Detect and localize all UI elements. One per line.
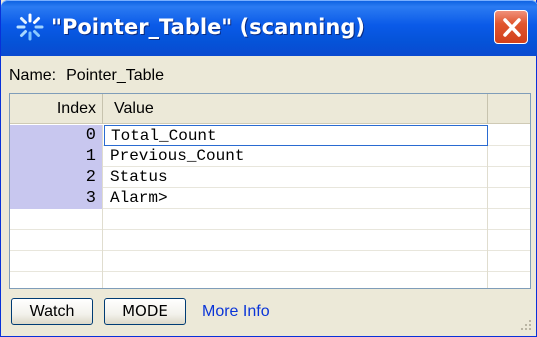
- resize-grip-icon[interactable]: [518, 318, 532, 332]
- empty-value-cell[interactable]: [104, 251, 488, 272]
- row-value[interactable]: Previous_Count: [104, 146, 488, 167]
- empty-index-cell: [10, 251, 103, 272]
- empty-value-cell[interactable]: [104, 230, 488, 251]
- window-title: "Pointer_Table" (scanning): [51, 15, 365, 39]
- row-index: 0: [10, 125, 103, 146]
- empty-value-cell[interactable]: [104, 272, 488, 288]
- empty-row[interactable]: [10, 230, 530, 251]
- empty-index-cell: [10, 209, 103, 230]
- more-info-link[interactable]: More Info: [202, 298, 270, 325]
- pointer-table-window: "Pointer_Table" (scanning) Name: Pointer_…: [0, 0, 537, 337]
- empty-row[interactable]: [10, 251, 530, 272]
- column-header-index[interactable]: Index: [10, 94, 103, 124]
- empty-row[interactable]: [10, 272, 530, 288]
- row-value[interactable]: Status: [104, 167, 488, 188]
- row-index: 3: [10, 188, 103, 209]
- close-icon: [503, 18, 521, 37]
- close-button[interactable]: [494, 10, 528, 44]
- bottom-toolbar: Watch MODE More Info: [9, 298, 531, 328]
- scanning-spinner-icon: [16, 13, 44, 41]
- title-bar[interactable]: "Pointer_Table" (scanning): [1, 0, 537, 56]
- empty-value-cell[interactable]: [104, 209, 488, 230]
- row-value[interactable]: Total_Count: [104, 125, 488, 146]
- name-label: Name:: [9, 67, 57, 84]
- column-header-value[interactable]: Value: [104, 94, 488, 124]
- row-value[interactable]: Alarm>: [104, 188, 488, 209]
- table-row[interactable]: 0 Total_Count: [10, 125, 530, 146]
- table-row[interactable]: 3 Alarm>: [10, 188, 530, 209]
- name-value: Pointer_Table: [66, 67, 164, 84]
- empty-index-cell: [10, 230, 103, 251]
- empty-row[interactable]: [10, 209, 530, 230]
- watch-button[interactable]: Watch: [11, 298, 93, 325]
- name-row: Name: Pointer_Table: [9, 62, 531, 90]
- row-index: 1: [10, 146, 103, 167]
- empty-index-cell: [10, 272, 103, 288]
- mode-button[interactable]: MODE: [104, 298, 186, 325]
- table-row[interactable]: 1 Previous_Count: [10, 146, 530, 167]
- row-index: 2: [10, 167, 103, 188]
- table-rows: 0 Total_Count 1 Previous_Count 2 Status …: [10, 125, 530, 288]
- table-row[interactable]: 2 Status: [10, 167, 530, 188]
- table-header: Index Value: [10, 94, 530, 124]
- pointer-table-grid[interactable]: Index Value 0 Total_Count 1 Previous_Cou…: [9, 93, 531, 289]
